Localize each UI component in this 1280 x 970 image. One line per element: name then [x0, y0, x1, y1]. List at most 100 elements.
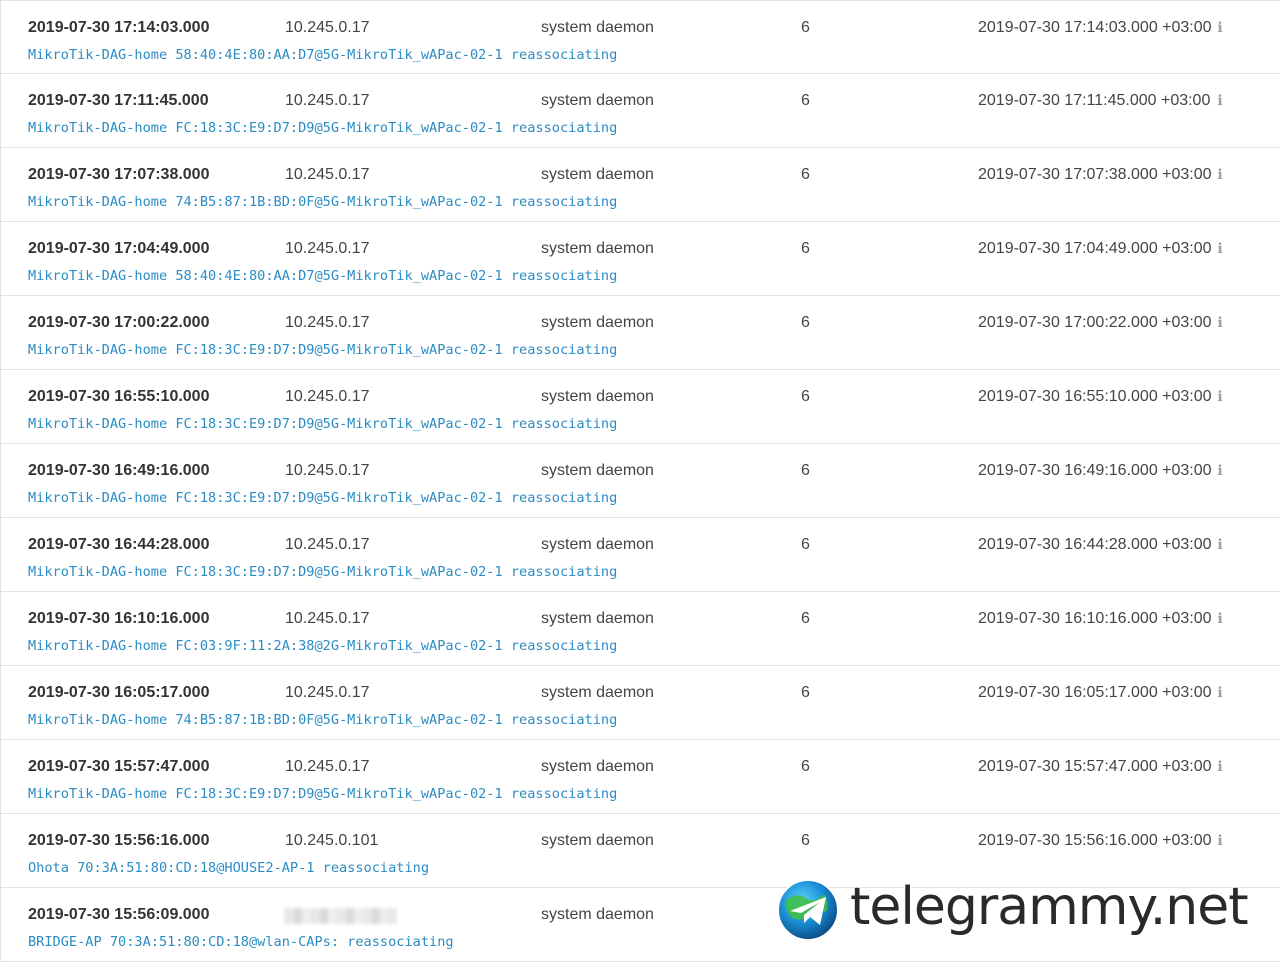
log-level: 6 — [801, 758, 810, 775]
log-row[interactable]: 2019-07-30 17:14:03.000 10.245.0.17 syst… — [1, 0, 1280, 74]
log-source: 10.245.0.17 — [285, 388, 370, 405]
log-source: 10.245.0.17 — [285, 19, 370, 36]
log-received-time: 2019-07-30 16:55:10.000 +03:00 — [978, 388, 1212, 405]
log-level: 6 — [801, 832, 810, 849]
info-icon[interactable]: ℹ — [1215, 757, 1225, 777]
log-timestamp: 2019-07-30 15:56:09.000 — [28, 906, 210, 923]
log-row[interactable]: 2019-07-30 16:44:28.000 10.245.0.17 syst… — [1, 518, 1280, 592]
log-message[interactable]: MikroTik-DAG-home 58:40:4E:80:AA:D7@5G-M… — [28, 266, 617, 286]
log-row[interactable]: 2019-07-30 15:57:47.000 10.245.0.17 syst… — [1, 740, 1280, 814]
log-row[interactable]: 2019-07-30 17:04:49.000 10.245.0.17 syst… — [1, 222, 1280, 296]
log-facility: system daemon — [541, 388, 654, 405]
log-facility: system daemon — [541, 758, 654, 775]
log-row[interactable]: 2019-07-30 17:00:22.000 10.245.0.17 syst… — [1, 296, 1280, 370]
log-message[interactable]: MikroTik-DAG-home 74:B5:87:1B:BD:0F@5G-M… — [28, 192, 617, 212]
log-timestamp: 2019-07-30 16:55:10.000 — [28, 388, 210, 405]
info-icon[interactable]: ℹ — [1215, 683, 1225, 703]
info-icon[interactable]: ℹ — [1215, 239, 1225, 259]
log-message[interactable]: MikroTik-DAG-home FC:18:3C:E9:D7:D9@5G-M… — [28, 562, 617, 582]
log-source: 10.245.0.17 — [285, 684, 370, 701]
log-received-time: 2019-07-30 16:44:28.000 +03:00 — [978, 536, 1212, 553]
log-source: 10.245.0.17 — [285, 240, 370, 257]
log-row[interactable]: 2019-07-30 17:07:38.000 10.245.0.17 syst… — [1, 148, 1280, 222]
info-icon[interactable]: ℹ — [1215, 387, 1225, 407]
log-message[interactable]: MikroTik-DAG-home FC:18:3C:E9:D7:D9@5G-M… — [28, 414, 617, 434]
log-source: 10.245.0.17 — [285, 166, 370, 183]
log-level: 6 — [801, 92, 810, 109]
log-timestamp: 2019-07-30 15:57:47.000 — [28, 758, 210, 775]
log-facility: system daemon — [541, 906, 654, 923]
log-facility: system daemon — [541, 610, 654, 627]
log-timestamp: 2019-07-30 16:44:28.000 — [28, 536, 210, 553]
log-level: 6 — [801, 536, 810, 553]
log-timestamp: 2019-07-30 17:00:22.000 — [28, 314, 210, 331]
log-timestamp: 2019-07-30 15:56:16.000 — [28, 832, 210, 849]
log-timestamp: 2019-07-30 16:49:16.000 — [28, 462, 210, 479]
log-facility: system daemon — [541, 19, 654, 36]
log-level: 6 — [801, 462, 810, 479]
log-message[interactable]: MikroTik-DAG-home FC:18:3C:E9:D7:D9@5G-M… — [28, 488, 617, 508]
log-source: 10.245.0.17 — [285, 314, 370, 331]
log-source: 10.245.0.17 — [285, 758, 370, 775]
log-source: 10.245.0.17 — [285, 610, 370, 627]
log-list: 2019-07-30 17:14:03.000 10.245.0.17 syst… — [0, 0, 1280, 962]
log-received-time: 2019-07-30 17:00:22.000 +03:00 — [978, 314, 1212, 331]
log-level: 6 — [801, 166, 810, 183]
info-icon[interactable]: ℹ — [1215, 831, 1225, 851]
log-received-time: 2019-07-30 15:56:16.000 +03:00 — [978, 832, 1212, 849]
log-row[interactable]: 2019-07-30 15:56:16.000 10.245.0.101 sys… — [1, 814, 1280, 888]
log-message[interactable]: BRIDGE-AP 70:3A:51:80:CD:18@wlan-CAPs: r… — [28, 932, 454, 952]
log-facility: system daemon — [541, 92, 654, 109]
log-received-time: 2019-07-30 17:07:38.000 +03:00 — [978, 166, 1212, 183]
log-row[interactable]: 2019-07-30 17:11:45.000 10.245.0.17 syst… — [1, 74, 1280, 148]
log-received-time: 2019-07-30 16:10:16.000 +03:00 — [978, 610, 1212, 627]
info-icon[interactable]: ℹ — [1215, 461, 1225, 481]
log-row[interactable]: 2019-07-30 16:10:16.000 10.245.0.17 syst… — [1, 592, 1280, 666]
log-row[interactable]: 2019-07-30 16:05:17.000 10.245.0.17 syst… — [1, 666, 1280, 740]
info-icon[interactable]: ℹ — [1215, 313, 1225, 333]
log-source: 10.245.0.101 — [285, 832, 379, 849]
log-facility: system daemon — [541, 462, 654, 479]
info-icon[interactable]: ℹ — [1215, 165, 1225, 185]
redacted-source — [284, 908, 397, 924]
log-facility: system daemon — [541, 166, 654, 183]
log-received-time: 2019-07-30 16:05:17.000 +03:00 — [978, 684, 1212, 701]
log-timestamp: 2019-07-30 16:05:17.000 — [28, 684, 210, 701]
log-row[interactable]: 2019-07-30 16:55:10.000 10.245.0.17 syst… — [1, 370, 1280, 444]
log-message[interactable]: MikroTik-DAG-home 74:B5:87:1B:BD:0F@5G-M… — [28, 710, 617, 730]
log-source: 10.245.0.17 — [285, 92, 370, 109]
log-message[interactable]: MikroTik-DAG-home FC:03:9F:11:2A:38@2G-M… — [28, 636, 617, 656]
log-timestamp: 2019-07-30 17:04:49.000 — [28, 240, 210, 257]
log-received-time: 2019-07-30 15:57:47.000 +03:00 — [978, 758, 1212, 775]
log-timestamp: 2019-07-30 17:07:38.000 — [28, 166, 210, 183]
info-icon[interactable]: ℹ — [1215, 535, 1225, 555]
info-icon[interactable]: ℹ — [1215, 91, 1225, 111]
info-icon[interactable]: ℹ — [1215, 609, 1225, 629]
log-level: 6 — [801, 19, 810, 36]
log-row[interactable]: 2019-07-30 15:56:09.000 system daemon BR… — [1, 888, 1280, 962]
log-facility: system daemon — [541, 314, 654, 331]
log-message[interactable]: MikroTik-DAG-home FC:18:3C:E9:D7:D9@5G-M… — [28, 340, 617, 360]
log-received-time: 2019-07-30 16:49:16.000 +03:00 — [978, 462, 1212, 479]
log-timestamp: 2019-07-30 17:14:03.000 — [28, 19, 210, 36]
log-facility: system daemon — [541, 684, 654, 701]
info-icon[interactable]: ℹ — [1215, 18, 1225, 38]
log-level: 6 — [801, 388, 810, 405]
log-received-time: 2019-07-30 17:11:45.000 +03:00 — [978, 92, 1211, 109]
log-facility: system daemon — [541, 536, 654, 553]
log-level: 6 — [801, 610, 810, 627]
log-message[interactable]: MikroTik-DAG-home FC:18:3C:E9:D7:D9@5G-M… — [28, 118, 617, 138]
log-received-time: 2019-07-30 17:14:03.000 +03:00 — [978, 19, 1212, 36]
log-level: 6 — [801, 240, 810, 257]
log-message[interactable]: MikroTik-DAG-home 58:40:4E:80:AA:D7@5G-M… — [28, 45, 617, 65]
log-message[interactable]: Ohota 70:3A:51:80:CD:18@HOUSE2-AP-1 reas… — [28, 858, 429, 878]
log-facility: system daemon — [541, 832, 654, 849]
log-row[interactable]: 2019-07-30 16:49:16.000 10.245.0.17 syst… — [1, 444, 1280, 518]
log-message[interactable]: MikroTik-DAG-home FC:18:3C:E9:D7:D9@5G-M… — [28, 784, 617, 804]
log-source: 10.245.0.17 — [285, 462, 370, 479]
log-level: 6 — [801, 684, 810, 701]
log-received-time: 2019-07-30 17:04:49.000 +03:00 — [978, 240, 1212, 257]
log-level: 6 — [801, 314, 810, 331]
log-source: 10.245.0.17 — [285, 536, 370, 553]
log-facility: system daemon — [541, 240, 654, 257]
